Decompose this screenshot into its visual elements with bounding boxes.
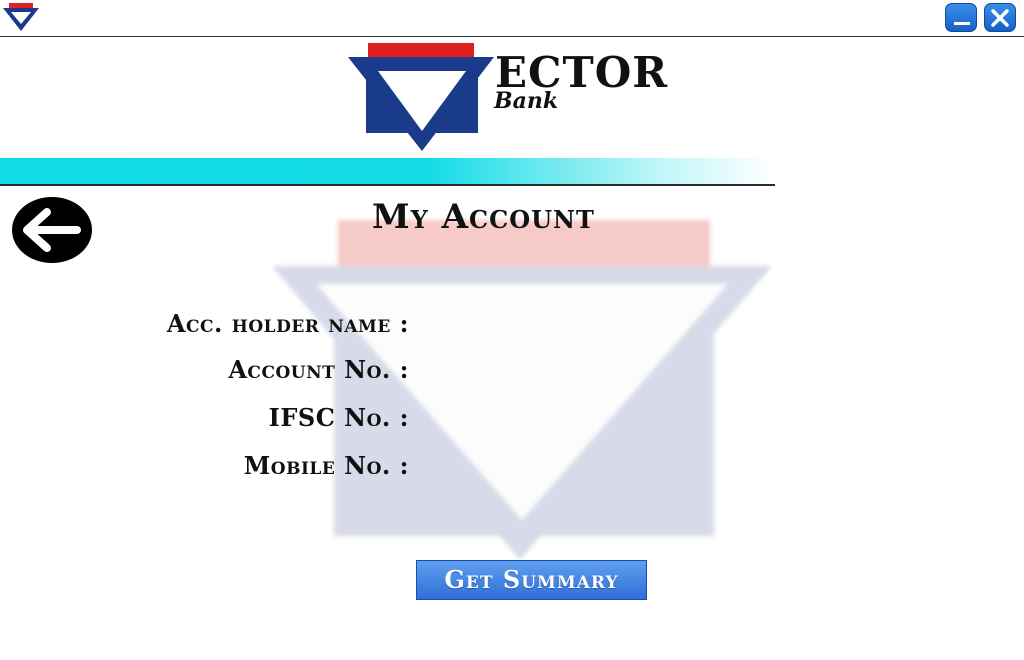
minimize-button[interactable] [945,3,977,32]
close-button[interactable] [984,3,1016,32]
ifsc-label: IFSC No. : [268,403,409,432]
holder-name-label: Acc. holder name : [166,309,409,338]
page-title: My Account [372,197,595,237]
minimize-icon [954,22,970,25]
title-bar [0,0,1024,37]
vector-logo-icon [3,3,39,31]
header-stripe [0,158,775,186]
get-summary-button[interactable]: Get Summary [416,560,647,600]
account-number-label: Account No. : [228,355,409,384]
close-icon [991,9,1009,27]
watermark-logo [272,220,772,560]
brand-subtitle: Bank [494,88,559,114]
back-button[interactable] [11,196,93,264]
mobile-number-label: Mobile No. : [243,451,409,480]
